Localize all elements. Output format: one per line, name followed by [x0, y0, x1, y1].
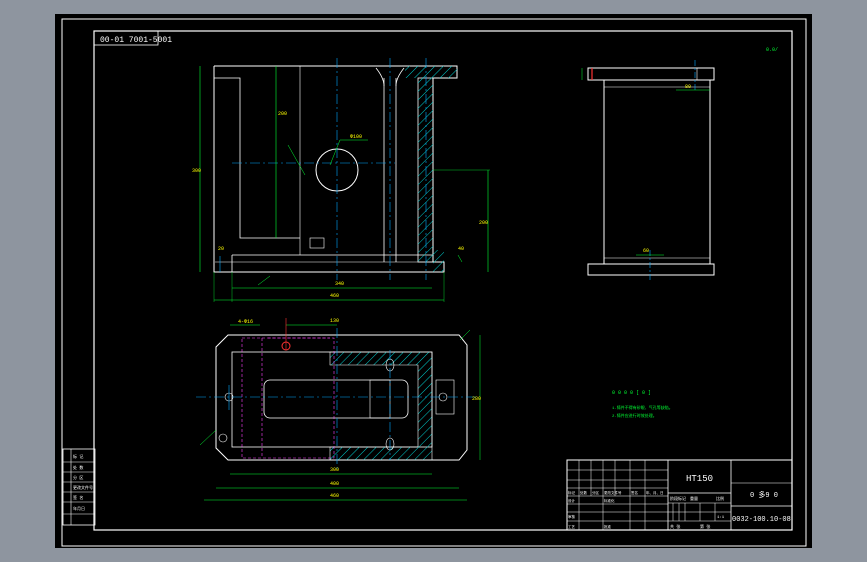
- top-height: 280: [472, 396, 481, 402]
- top-dim-3: 460: [330, 493, 339, 499]
- front-wall-hatch: [418, 78, 433, 262]
- top-dim-1: 300: [330, 467, 339, 473]
- material-label: HT150: [686, 474, 713, 484]
- part-name: 0 多9 0: [750, 490, 778, 500]
- top-dim-2: 400: [330, 481, 339, 487]
- tech-title: 0 0 0 0 [ 0 ]: [612, 390, 651, 396]
- drawing-number: 0032-100.10-08: [732, 516, 791, 524]
- dim-small-2: 40: [458, 246, 464, 252]
- top-left-dim: 130: [330, 318, 339, 324]
- dim-right-height: 200: [479, 220, 488, 226]
- hole-dia-label: Φ100: [350, 134, 362, 140]
- dim-overall-width: 460: [330, 293, 339, 299]
- roughness-note: 0.0/: [766, 47, 778, 53]
- dim-inner-width: 340: [335, 281, 344, 287]
- front-bottom-hatch: [433, 250, 444, 272]
- dim-height: 300: [192, 168, 201, 174]
- cad-drawing-canvas[interactable]: 00-01 7001-5001 0.0/ 300 200 200 340 460…: [0, 0, 867, 562]
- top-hole-label: 4-Φ16: [238, 319, 253, 325]
- side-dim-bottom: 60: [643, 248, 649, 254]
- side-dim-top: 80: [685, 84, 691, 90]
- scale-label: 1:1: [717, 516, 725, 520]
- dim-small-1: 20: [218, 246, 224, 252]
- front-top-hatch: [405, 66, 457, 78]
- dim-left-height: 200: [278, 111, 287, 117]
- frame-code: 00-01 7001-5001: [100, 36, 172, 45]
